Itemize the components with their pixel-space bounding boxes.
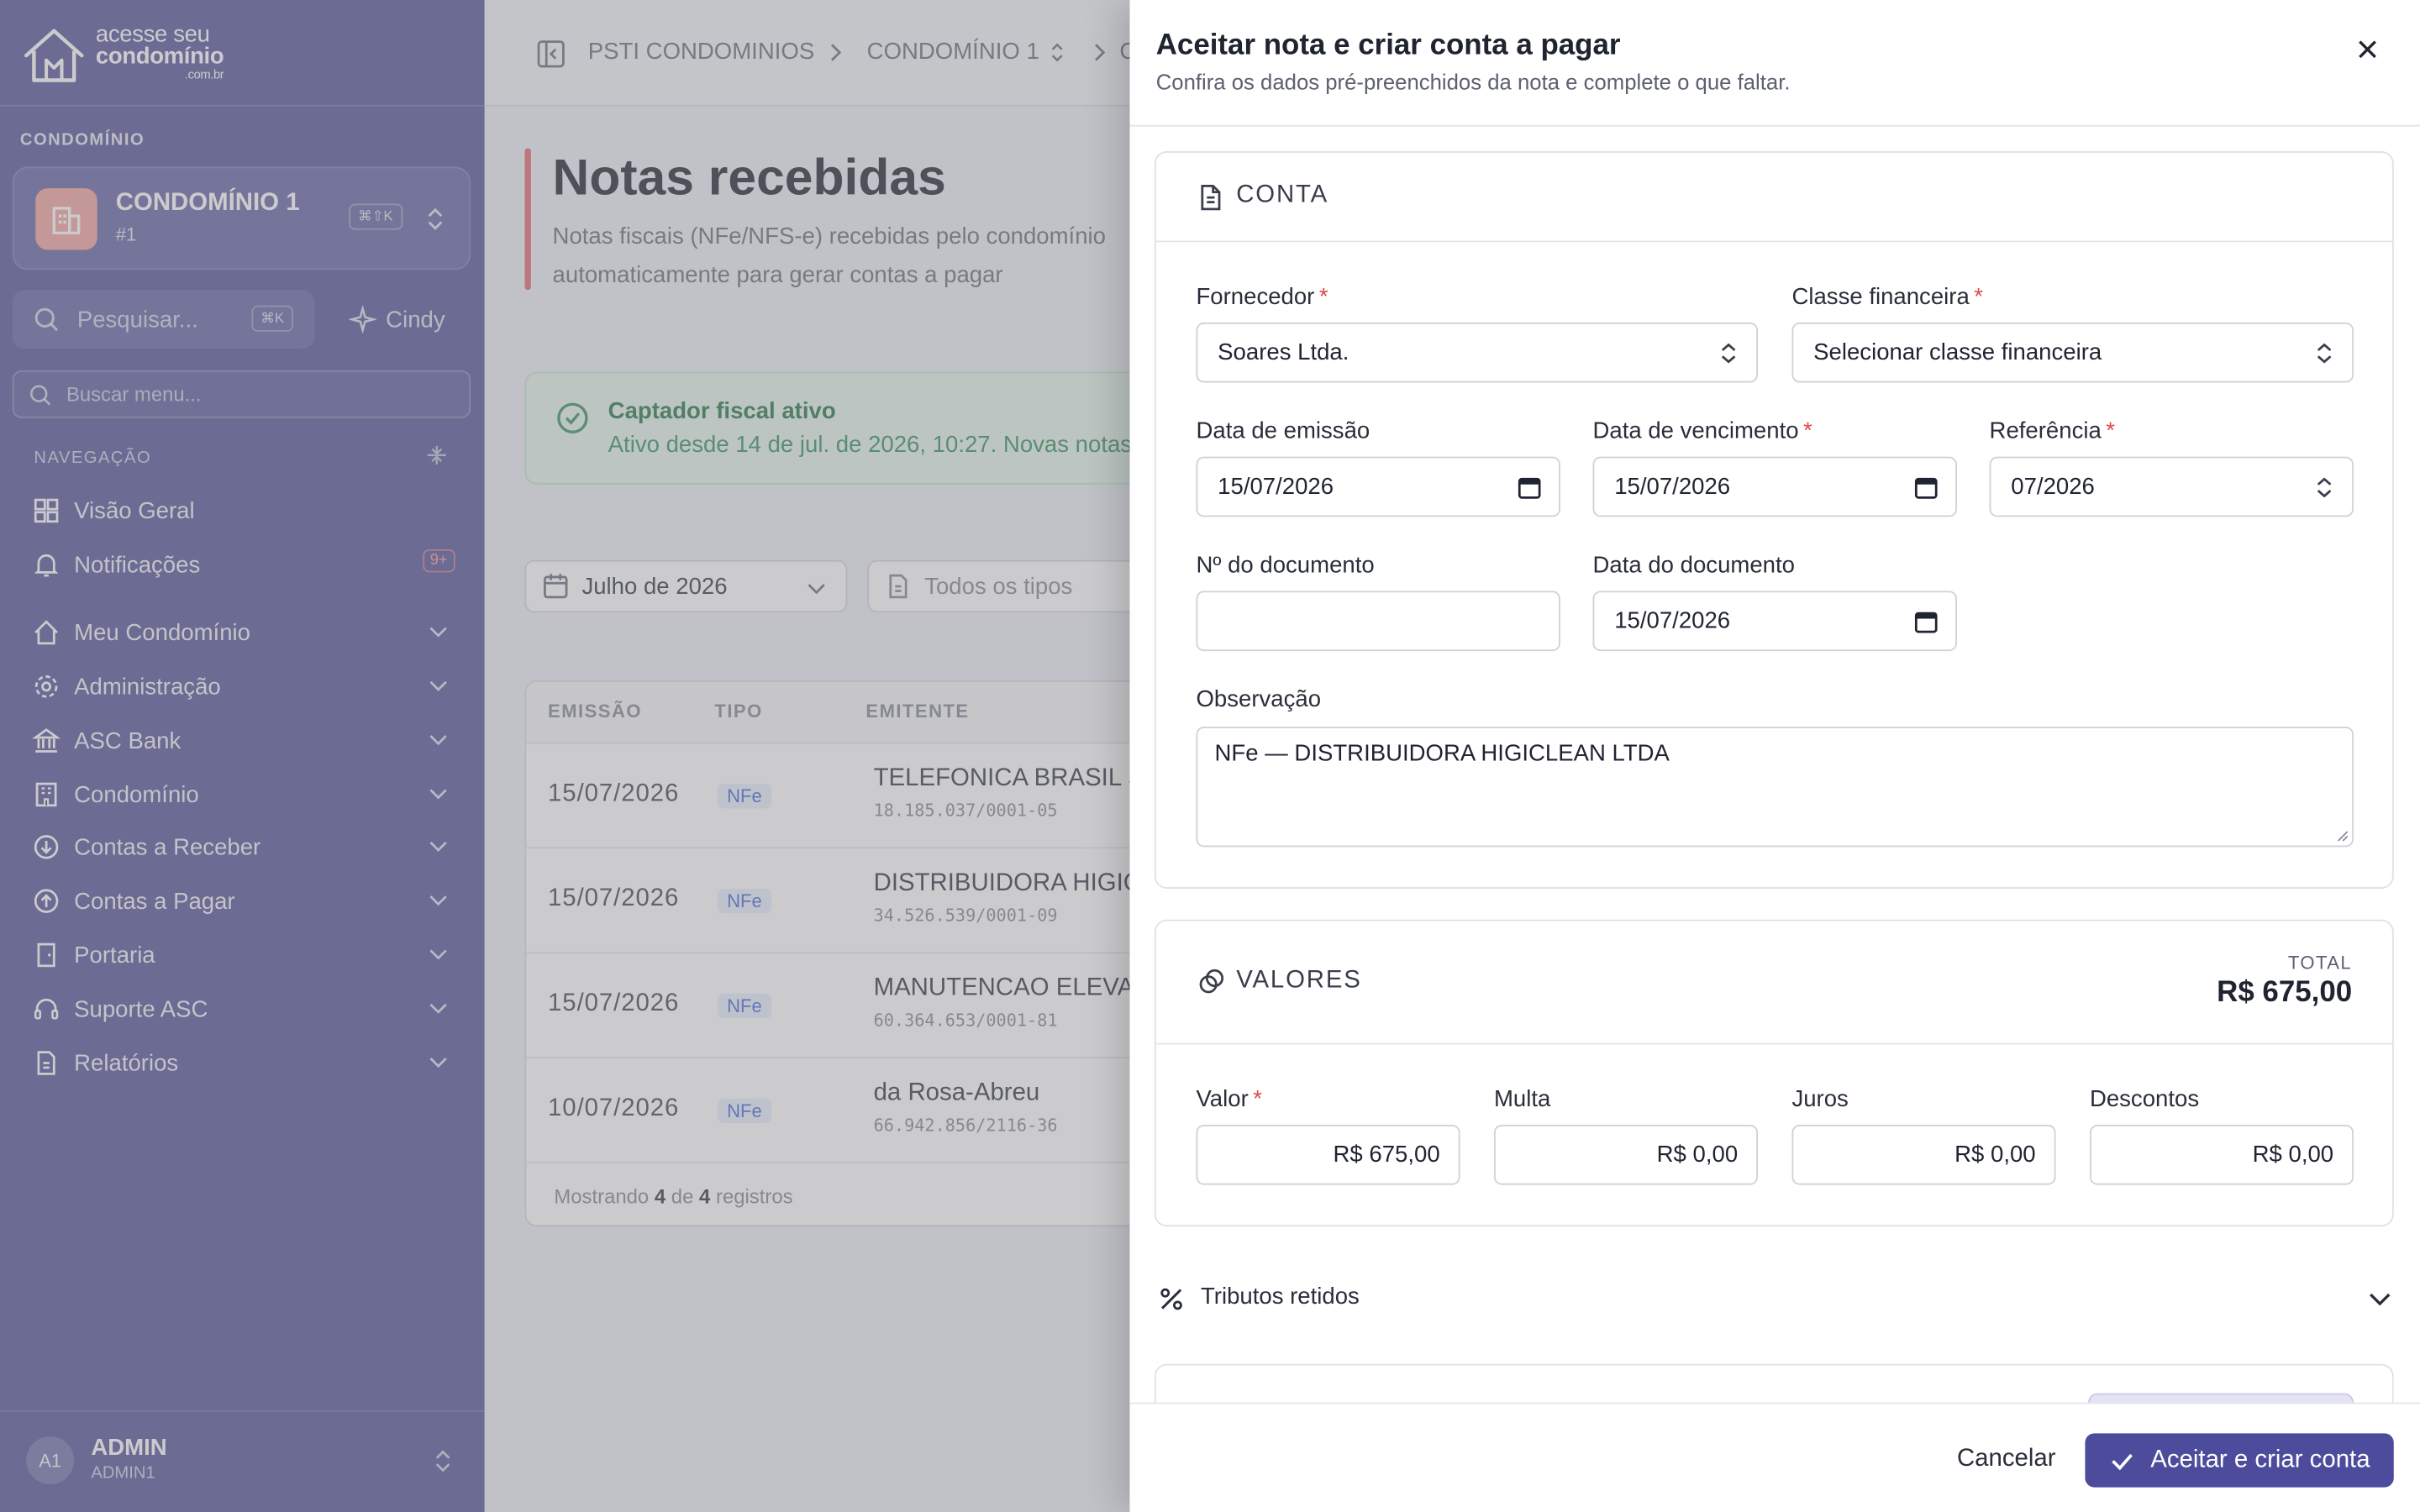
drawer-subtitle: Confira os dados pré-preenchidos da nota… [1155, 69, 1791, 95]
data-vencimento-label: Data de vencimento * [1593, 418, 1812, 444]
descontos-value: R$ 0,00 [2252, 1142, 2334, 1168]
conta-card: CONTA Fornecedor * Soares Ltda. Classe fi… [1154, 151, 2394, 889]
data-emissao-value: 15/07/2026 [1218, 473, 1334, 501]
classe-label: Classe financeira * [1791, 284, 1983, 310]
required-asterisk: * [1318, 283, 1328, 311]
observacao-label: Observação [1196, 686, 1322, 713]
calendar-icon[interactable] [1518, 475, 1542, 500]
drawer-footer: Cancelar Aceitar e criar conta [1129, 1402, 2420, 1512]
juros-label: Juros [1791, 1086, 1849, 1113]
tributos-retidos-label: Tributos retidos [1200, 1284, 1360, 1310]
check-icon [2112, 1452, 2133, 1470]
chevron-up-down-icon [2317, 343, 2332, 364]
descontos-input[interactable]: R$ 0,00 [2089, 1124, 2354, 1185]
valores-card-title: VALORES [1236, 967, 1362, 994]
chevron-up-down-icon [2317, 477, 2332, 498]
conta-card-header: CONTA [1155, 153, 2392, 243]
tributos-retidos-toggle[interactable]: Tributos retidos [1158, 1280, 2392, 1317]
data-vencimento-value: 15/07/2026 [1614, 473, 1731, 501]
data-vencimento-label-text: Data de vencimento [1592, 417, 1799, 444]
valor-input[interactable]: R$ 675,00 [1196, 1124, 1460, 1185]
numero-documento-label: Nº do documento [1196, 552, 1375, 579]
total-label: TOTAL [2287, 952, 2353, 974]
accept-note-drawer: Aceitar nota e criar conta a pagar Confi… [1129, 0, 2420, 1512]
modal-backdrop[interactable] [0, 0, 1130, 1512]
data-documento-value: 15/07/2026 [1614, 607, 1731, 634]
coins-icon [1199, 969, 1224, 994]
conta-card-title: CONTA [1236, 181, 1329, 208]
multa-label: Multa [1493, 1086, 1551, 1113]
valores-card: VALORES TOTAL R$ 675,00 Valor * R$ 675,00… [1154, 919, 2394, 1227]
percent-icon [1160, 1288, 1182, 1310]
juros-value: R$ 0,00 [1954, 1142, 2036, 1168]
multa-input[interactable]: R$ 0,00 [1493, 1124, 1759, 1185]
fornecedor-select[interactable]: Soares Ltda. [1196, 322, 1759, 383]
referencia-label: Referência * [1990, 418, 2115, 444]
observacao-value: NFe — DISTRIBUIDORA HIGICLEAN LTDA [1214, 740, 1670, 767]
accept-create-button[interactable]: Aceitar e criar conta [2085, 1433, 2394, 1488]
valores-card-header: VALORES TOTAL R$ 675,00 [1155, 921, 2392, 1045]
data-emissao-input[interactable]: 15/07/2026 [1196, 456, 1560, 517]
drawer-header-divider [1129, 124, 2420, 127]
classe-label-text: Classe financeira [1791, 283, 1970, 311]
referencia-label-text: Referência [1989, 417, 2102, 444]
fornecedor-label-text: Fornecedor [1196, 283, 1315, 311]
data-documento-input[interactable]: 15/07/2026 [1592, 591, 1957, 652]
total-value: R$ 675,00 [2217, 976, 2353, 1010]
resize-handle-icon[interactable] [2337, 830, 2349, 843]
juros-input[interactable]: R$ 0,00 [1791, 1124, 2056, 1185]
observacao-textarea[interactable]: NFe — DISTRIBUIDORA HIGICLEAN LTDA [1196, 727, 2354, 848]
valor-label: Valor * [1196, 1086, 1262, 1112]
fornecedor-value: Soares Ltda. [1218, 339, 1349, 366]
required-asterisk: * [2106, 417, 2116, 444]
required-asterisk: * [1803, 417, 1812, 444]
close-button[interactable] [2352, 34, 2383, 65]
descontos-label: Descontos [2089, 1086, 2200, 1113]
data-emissao-label: Data de emissão [1196, 417, 1370, 444]
document-icon [1201, 184, 1221, 211]
multa-value: R$ 0,00 [1656, 1142, 1739, 1168]
numero-documento-input[interactable] [1196, 591, 1560, 652]
referencia-select[interactable]: 07/2026 [1989, 456, 2354, 517]
classe-financeira-select[interactable]: Selecionar classe financeira [1791, 322, 2354, 383]
drawer-title: Aceitar nota e criar conta a pagar [1155, 29, 1621, 62]
data-vencimento-input[interactable]: 15/07/2026 [1592, 456, 1957, 517]
valor-label-text: Valor [1196, 1086, 1249, 1113]
accept-create-label: Aceitar e criar conta [2150, 1446, 2370, 1473]
calendar-icon[interactable] [1914, 610, 1939, 634]
classe-value: Selecionar classe financeira [1813, 339, 2102, 366]
fornecedor-label: Fornecedor * [1196, 284, 1328, 310]
close-icon [2359, 40, 2376, 59]
cancel-button[interactable]: Cancelar [1933, 1436, 2081, 1483]
chevron-down-icon [2370, 1293, 2391, 1306]
valor-value: R$ 675,00 [1333, 1142, 1440, 1168]
data-documento-label: Data do documento [1592, 552, 1795, 579]
referencia-value: 07/2026 [2011, 473, 2095, 501]
required-asterisk: * [1974, 283, 1984, 311]
chevron-up-down-icon [1721, 343, 1736, 364]
required-asterisk: * [1253, 1086, 1262, 1113]
calendar-icon[interactable] [1914, 475, 1939, 500]
